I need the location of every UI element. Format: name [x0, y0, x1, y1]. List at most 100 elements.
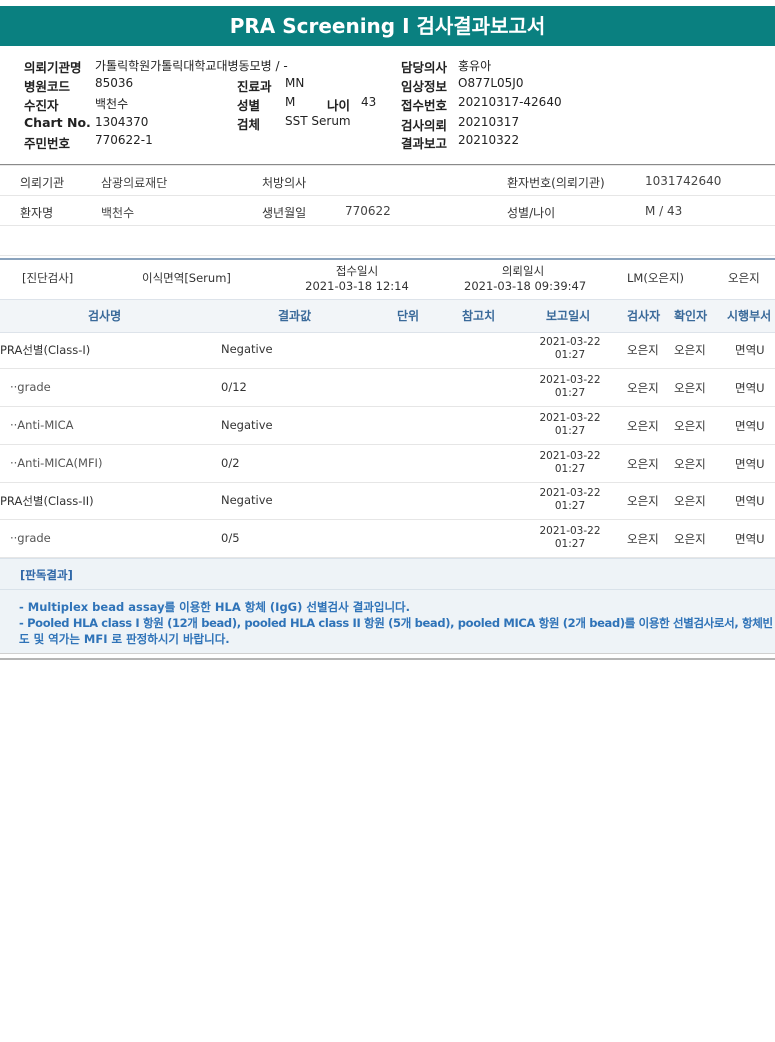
col-unit: 단위	[397, 309, 420, 323]
row-dept: 면역U	[735, 494, 765, 508]
doctor-label: 담당의사	[401, 60, 448, 75]
row-result: 0/2	[221, 456, 240, 470]
request-value: 20210317	[458, 115, 520, 129]
ssn-value: 770622-1	[95, 133, 153, 147]
org-label: 의뢰기관	[20, 176, 65, 190]
info-row-empty	[0, 226, 775, 256]
table-row: ··grade 0/12 2021-03-22 01:27 오은지 오은지 면역U	[0, 369, 775, 407]
row-dept: 면역U	[735, 419, 765, 433]
pid-label: 환자번호(의뢰기관)	[507, 176, 605, 190]
row-report-date: 2021-03-22 01:27	[539, 450, 601, 475]
specimen-value: SST Serum	[285, 114, 351, 128]
col-reference: 참고치	[462, 309, 496, 323]
row-report-date: 2021-03-22 01:27	[539, 525, 601, 550]
row-tester: 오은지	[627, 532, 659, 546]
name-label: 환자명	[20, 206, 54, 220]
row-tester: 오은지	[627, 494, 659, 508]
receipt-label: 접수번호	[401, 98, 448, 113]
report-title: PRA Screening I 검사결과보고서	[0, 6, 775, 46]
exam-divider	[0, 258, 775, 260]
dept-label: 진료과	[237, 79, 272, 94]
judgement-section: [판독결과] - Multiplex bead assay를 이용한 HLA 항…	[0, 558, 775, 654]
dob-label: 생년월일	[262, 206, 307, 220]
judgement-line-3: 도 및 역가는 MFI 로 판정하시기 바랍니다.	[19, 632, 230, 646]
judgement-line-1: - Multiplex bead assay를 이용한 HLA 항체 (IgG)…	[19, 600, 410, 614]
row-result: 0/5	[221, 531, 240, 545]
clinical-value: O877L05J0	[458, 76, 524, 90]
exam-name: 이식면역[Serum]	[142, 271, 231, 285]
row-result: 0/12	[221, 380, 247, 394]
row-tester: 오은지	[627, 457, 659, 471]
row-report-date: 2021-03-22 01:27	[539, 487, 601, 512]
col-test-name: 검사명	[88, 309, 122, 323]
row-report-date: 2021-03-22 01:27	[539, 412, 601, 437]
hospital-code-value: 85036	[95, 76, 134, 90]
presc-label: 처방의사	[262, 176, 307, 190]
exam-tester: 오은지	[728, 271, 760, 285]
ssn-label: 주민번호	[24, 136, 71, 151]
clinical-label: 임상정보	[401, 79, 448, 94]
row-tester: 오은지	[627, 381, 659, 395]
row-result: Negative	[221, 342, 273, 356]
req-label: 의뢰일시	[501, 264, 545, 278]
table-row: PRA선별(Class-II) Negative 2021-03-22 01:27…	[0, 482, 775, 520]
info-row-patient: 환자명 백천수 생년월일 770622 성별/나이 M / 43	[0, 196, 775, 226]
row-confirmer: 오은지	[674, 419, 706, 433]
request-label: 검사의뢰	[401, 118, 448, 133]
patient-value: 백천수	[95, 97, 129, 111]
row-dept: 면역U	[735, 532, 765, 546]
row-dept: 면역U	[735, 343, 765, 357]
row-report-date: 2021-03-22 01:27	[539, 336, 601, 361]
sex-label: 성별	[237, 98, 261, 113]
age-value: 43	[361, 95, 377, 109]
report-date-value: 20210322	[458, 133, 520, 147]
judgement-header: [판독결과]	[20, 568, 73, 582]
chart-value: 1304370	[95, 115, 149, 129]
dept-value: MN	[285, 76, 305, 90]
age-label: 나이	[327, 98, 351, 113]
row-result: Negative	[221, 418, 273, 432]
pid-value: 1031742640	[645, 174, 722, 188]
col-result: 결과값	[278, 309, 312, 323]
report-date-label: 결과보고	[401, 136, 448, 151]
row-test-name: ··Anti-MICA(MFI)	[10, 456, 103, 470]
table-row: PRA선별(Class-I) Negative 2021-03-22 01:27 …	[0, 331, 775, 369]
receipt-value: 20210317-42640	[458, 95, 562, 109]
sexage-value: M / 43	[645, 204, 683, 218]
table-row: ··grade 0/5 2021-03-22 01:27 오은지 오은지 면역U	[0, 520, 775, 558]
institution-label: 의뢰기관명	[24, 60, 82, 75]
row-report-date: 2021-03-22 01:27	[539, 374, 601, 399]
row-tester: 오은지	[627, 419, 659, 433]
bottom-divider	[0, 658, 775, 660]
patient-label: 수진자	[24, 98, 59, 113]
chart-label: Chart No.	[24, 115, 91, 130]
sexage-label: 성별/나이	[507, 206, 556, 220]
lm-value: LM(오은지)	[627, 271, 685, 285]
row-test-name: ··grade	[10, 531, 51, 545]
row-tester: 오은지	[627, 343, 659, 357]
row-confirmer: 오은지	[674, 381, 706, 395]
req-value: 2021-03-18 09:39:47	[464, 279, 587, 293]
institution-value: 가톨릭학원가톨릭대학교대병동모병 / -	[95, 59, 288, 73]
exam-type: [진단검사]	[22, 271, 74, 285]
judgement-line-2: - Pooled HLA class I 항원 (12개 bead), pool…	[19, 616, 773, 630]
info-row-org: 의뢰기관 삼광의료재단 처방의사 환자번호(의뢰기관) 1031742640	[0, 166, 775, 196]
col-tester: 검사자	[627, 309, 661, 323]
name-value: 백천수	[101, 206, 135, 220]
row-confirmer: 오은지	[674, 343, 706, 357]
org-value: 삼광의료재단	[101, 176, 168, 190]
judgement-divider	[0, 589, 775, 590]
recv-label: 접수일시	[335, 264, 379, 278]
row-result: Negative	[221, 493, 273, 507]
hospital-code-label: 병원코드	[24, 79, 71, 94]
row-dept: 면역U	[735, 381, 765, 395]
col-dept: 시행부서	[727, 309, 772, 323]
row-test-name: ··grade	[10, 380, 51, 394]
col-confirmer: 확인자	[674, 309, 708, 323]
doctor-value: 홍유아	[458, 59, 492, 73]
col-report-date: 보고일시	[546, 309, 591, 323]
row-test-name: PRA선별(Class-II)	[0, 494, 94, 508]
specimen-label: 검체	[237, 117, 261, 132]
row-test-name: ··Anti-MICA	[10, 418, 74, 432]
table-row: ··Anti-MICA(MFI) 0/2 2021-03-22 01:27 오은지…	[0, 445, 775, 483]
